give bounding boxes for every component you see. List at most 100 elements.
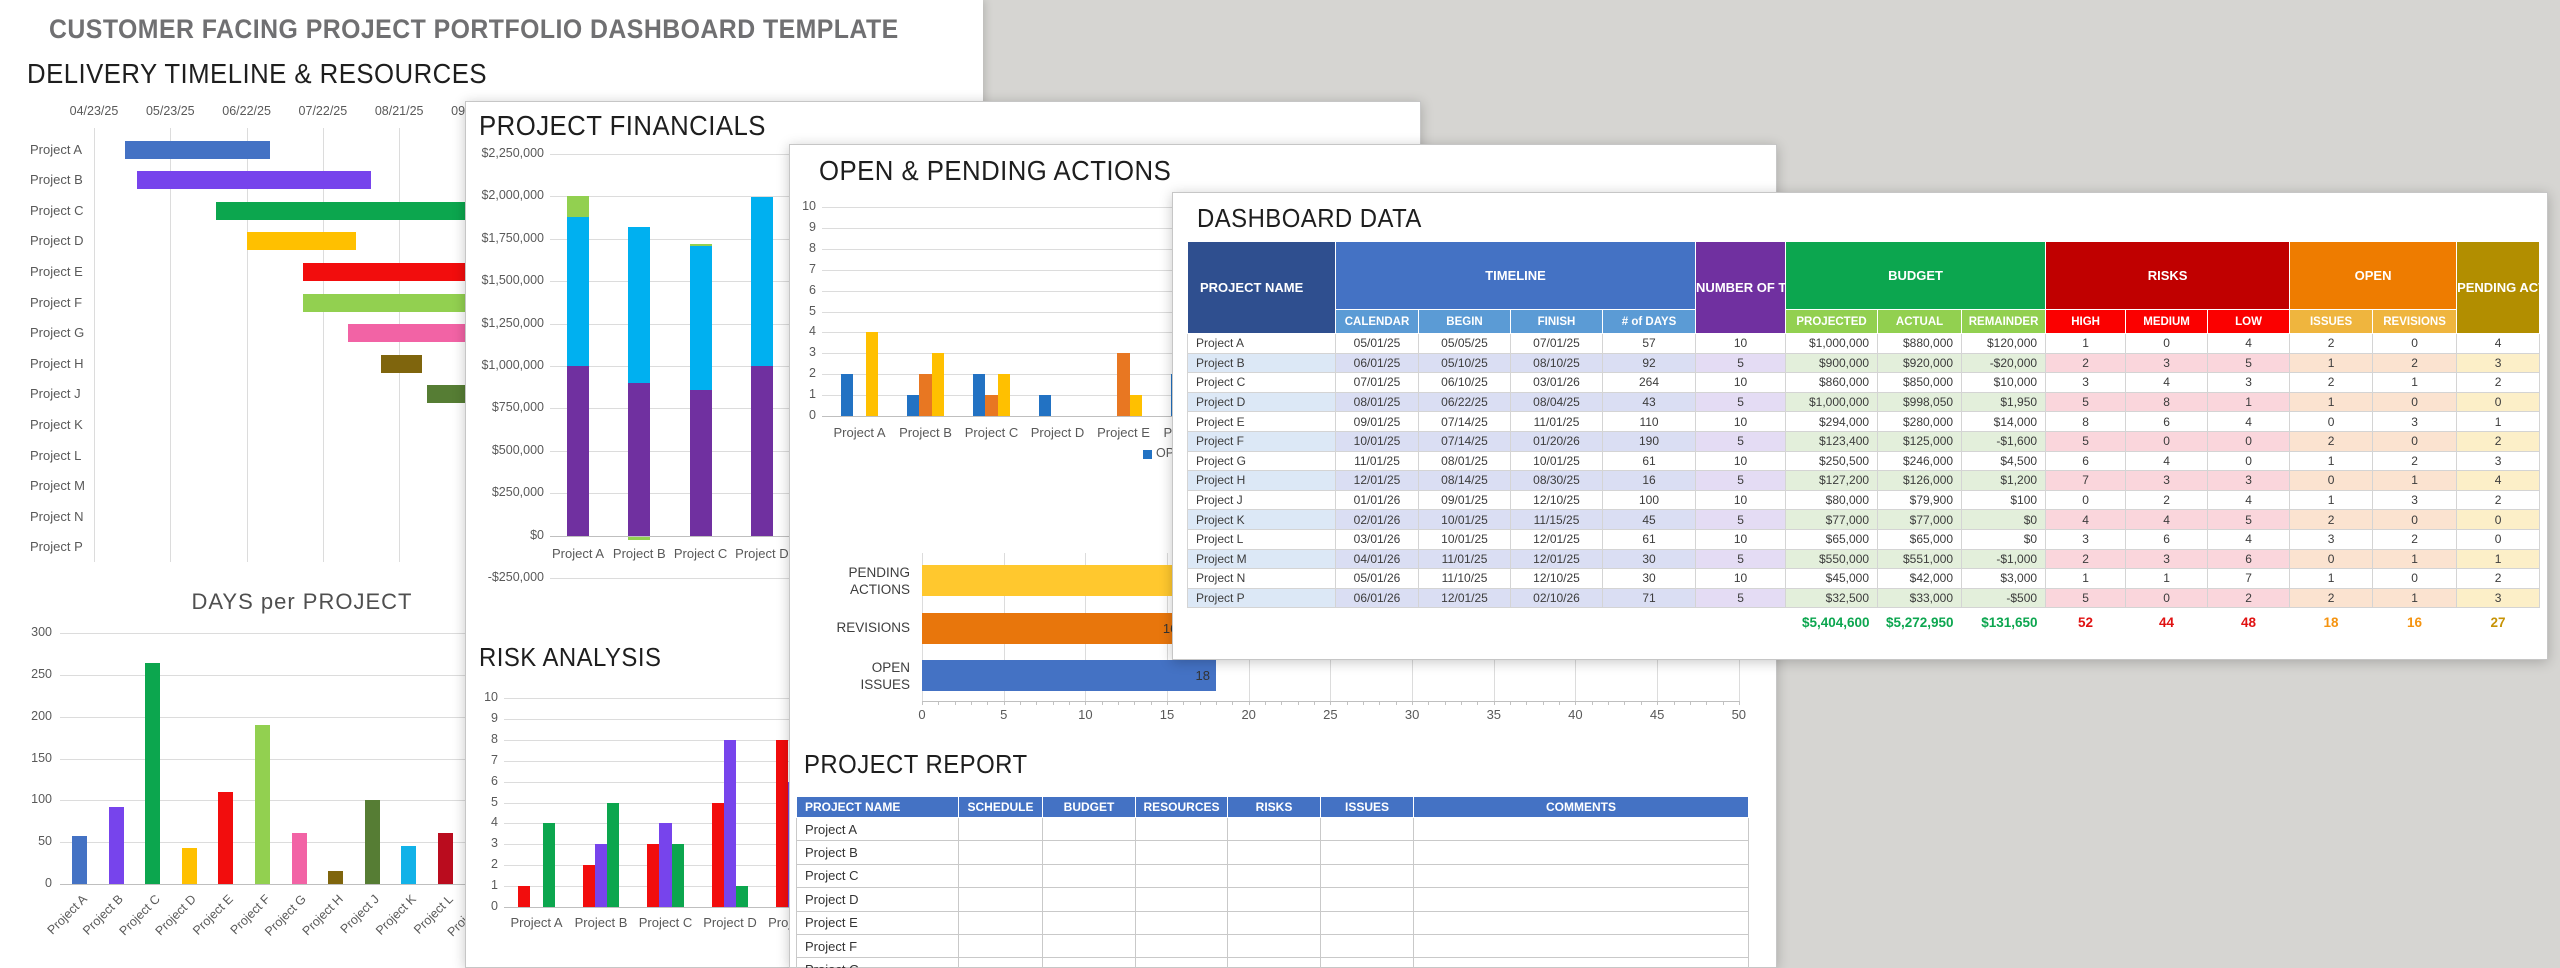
report-cell[interactable] [1414, 864, 1749, 887]
dd-total-cell[interactable] [1511, 608, 1603, 636]
dd-cell-name[interactable]: Project E [1188, 412, 1336, 432]
dd-cell-team[interactable]: 5 [1696, 353, 1786, 373]
dd-cell-high[interactable]: 1 [2046, 334, 2126, 354]
dd-cell-actual[interactable]: $280,000 [1878, 412, 1962, 432]
report-cell-project-name[interactable]: Project D [797, 888, 959, 911]
report-header-comments[interactable]: COMMENTS [1414, 797, 1749, 818]
dd-cell-finish[interactable]: 07/01/25 [1511, 334, 1603, 354]
dd-cell-calendar[interactable]: 05/01/26 [1336, 569, 1419, 589]
dd-cell-projected[interactable]: $127,200 [1786, 471, 1878, 491]
dd-cell-days[interactable]: 61 [1603, 451, 1696, 471]
dd-cell-revisions[interactable]: 3 [2373, 490, 2457, 510]
dd-cell-finish[interactable]: 02/10/26 [1511, 588, 1603, 608]
dd-header-medium[interactable]: MEDIUM [2126, 310, 2208, 334]
dd-cell-revisions[interactable]: 1 [2373, 471, 2457, 491]
report-cell[interactable] [1321, 818, 1414, 841]
dd-cell-days[interactable]: 190 [1603, 431, 1696, 451]
dd-cell-revisions[interactable]: 1 [2373, 588, 2457, 608]
dd-header-low[interactable]: LOW [2208, 310, 2290, 334]
dd-cell-begin[interactable]: 11/01/25 [1419, 549, 1511, 569]
dd-cell-remainder[interactable]: -$1,000 [1962, 549, 2046, 569]
report-cell[interactable] [959, 958, 1043, 968]
dd-header--of-days[interactable]: # of DAYS [1603, 310, 1696, 334]
dd-cell-medium[interactable]: 0 [2126, 588, 2208, 608]
dd-cell-revisions[interactable]: 2 [2373, 353, 2457, 373]
dd-cell-revisions[interactable]: 0 [2373, 431, 2457, 451]
dd-cell-actual[interactable]: $125,000 [1878, 431, 1962, 451]
dd-cell-finish[interactable]: 08/04/25 [1511, 392, 1603, 412]
dd-cell-high[interactable]: 8 [2046, 412, 2126, 432]
dd-header-project-name[interactable]: PROJECT NAME [1188, 242, 1336, 334]
dd-cell-projected[interactable]: $65,000 [1786, 529, 1878, 549]
dd-cell-issues[interactable]: 0 [2290, 549, 2373, 569]
dd-cell-finish[interactable]: 12/10/25 [1511, 490, 1603, 510]
dd-cell-pending[interactable]: 2 [2457, 569, 2540, 589]
dd-cell-revisions[interactable]: 1 [2373, 549, 2457, 569]
dd-total-cell[interactable]: 27 [2457, 608, 2540, 636]
dd-cell-pending[interactable]: 0 [2457, 392, 2540, 412]
dd-cell-begin[interactable]: 07/14/25 [1419, 412, 1511, 432]
dd-cell-days[interactable]: 57 [1603, 334, 1696, 354]
report-cell[interactable] [1136, 958, 1228, 968]
dd-total-cell[interactable]: 52 [2046, 608, 2126, 636]
dd-cell-revisions[interactable]: 0 [2373, 510, 2457, 530]
dd-cell-projected[interactable]: $250,500 [1786, 451, 1878, 471]
dd-cell-actual[interactable]: $850,000 [1878, 373, 1962, 393]
report-cell[interactable] [1321, 958, 1414, 968]
dd-cell-low[interactable]: 4 [2208, 490, 2290, 510]
dd-cell-calendar[interactable]: 10/01/25 [1336, 431, 1419, 451]
dd-header-risks[interactable]: RISKS [2046, 242, 2290, 310]
dd-total-cell[interactable] [1188, 608, 1336, 636]
dd-cell-name[interactable]: Project M [1188, 549, 1336, 569]
dd-cell-name[interactable]: Project N [1188, 569, 1336, 589]
dd-cell-issues[interactable]: 1 [2290, 353, 2373, 373]
dd-cell-revisions[interactable]: 0 [2373, 392, 2457, 412]
report-cell[interactable] [1228, 841, 1321, 864]
dd-cell-days[interactable]: 30 [1603, 569, 1696, 589]
dd-cell-low[interactable]: 0 [2208, 451, 2290, 471]
dd-cell-high[interactable]: 3 [2046, 373, 2126, 393]
dd-cell-actual[interactable]: $920,000 [1878, 353, 1962, 373]
dd-cell-days[interactable]: 92 [1603, 353, 1696, 373]
report-cell[interactable] [1321, 888, 1414, 911]
dd-cell-projected[interactable]: $294,000 [1786, 412, 1878, 432]
dd-cell-team[interactable]: 5 [1696, 510, 1786, 530]
report-cell[interactable] [1414, 841, 1749, 864]
dd-cell-team[interactable]: 5 [1696, 392, 1786, 412]
report-header-issues[interactable]: ISSUES [1321, 797, 1414, 818]
report-cell[interactable] [959, 911, 1043, 934]
report-cell[interactable] [1228, 888, 1321, 911]
dd-cell-team[interactable]: 5 [1696, 588, 1786, 608]
dd-cell-pending[interactable]: 3 [2457, 451, 2540, 471]
dd-cell-actual[interactable]: $33,000 [1878, 588, 1962, 608]
dd-cell-begin[interactable]: 12/01/25 [1419, 588, 1511, 608]
dd-cell-team[interactable]: 5 [1696, 549, 1786, 569]
report-cell[interactable] [1043, 864, 1136, 887]
dd-cell-high[interactable]: 5 [2046, 431, 2126, 451]
dd-header-open[interactable]: OPEN [2290, 242, 2457, 310]
dd-cell-finish[interactable]: 11/15/25 [1511, 510, 1603, 530]
report-cell[interactable] [1136, 818, 1228, 841]
report-cell[interactable] [1043, 958, 1136, 968]
dd-header-high[interactable]: HIGH [2046, 310, 2126, 334]
report-cell[interactable] [1228, 958, 1321, 968]
dd-cell-projected[interactable]: $900,000 [1786, 353, 1878, 373]
dd-cell-days[interactable]: 30 [1603, 549, 1696, 569]
dd-cell-low[interactable]: 5 [2208, 353, 2290, 373]
report-cell-project-name[interactable]: Project F [797, 934, 959, 957]
dd-cell-pending[interactable]: 1 [2457, 412, 2540, 432]
dd-header-timeline[interactable]: TIMELINE [1336, 242, 1696, 310]
dd-cell-remainder[interactable]: $120,000 [1962, 334, 2046, 354]
dd-cell-days[interactable]: 71 [1603, 588, 1696, 608]
dd-cell-revisions[interactable]: 0 [2373, 334, 2457, 354]
report-cell-project-name[interactable]: Project A [797, 818, 959, 841]
dd-cell-projected[interactable]: $1,000,000 [1786, 392, 1878, 412]
dd-cell-pending[interactable]: 3 [2457, 353, 2540, 373]
dd-header-begin[interactable]: BEGIN [1419, 310, 1511, 334]
dd-cell-high[interactable]: 2 [2046, 549, 2126, 569]
dd-cell-calendar[interactable]: 07/01/25 [1336, 373, 1419, 393]
dd-cell-pending[interactable]: 0 [2457, 510, 2540, 530]
dd-cell-medium[interactable]: 0 [2126, 431, 2208, 451]
report-header-resources[interactable]: RESOURCES [1136, 797, 1228, 818]
dd-cell-low[interactable]: 4 [2208, 412, 2290, 432]
